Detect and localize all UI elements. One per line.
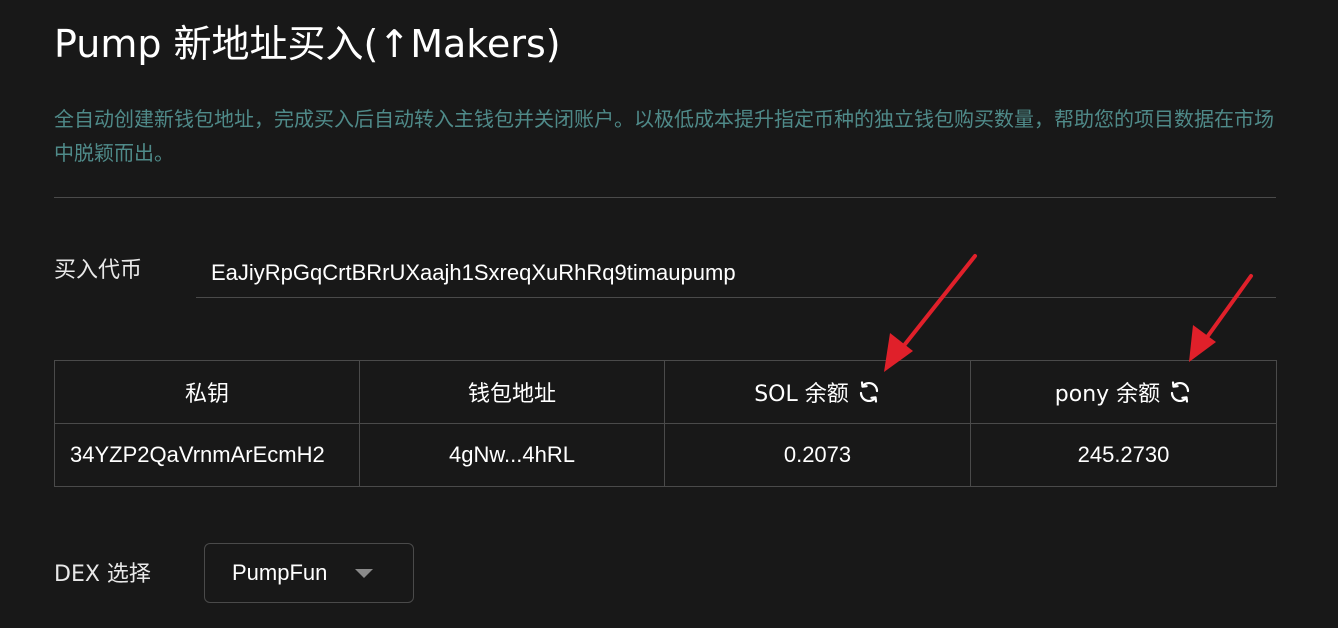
- table-row: 34YZP2QaVrnmArEcmH2 4gNw...4hRL 0.2073 2…: [54, 423, 1277, 487]
- refresh-icon[interactable]: [1168, 380, 1192, 404]
- table-header-row: 私钥 钱包地址 SOL 余额 pony 余额: [54, 360, 1277, 424]
- dex-selected-value: PumpFun: [232, 560, 328, 585]
- dex-select[interactable]: PumpFun: [204, 543, 414, 603]
- column-header-label: SOL 余额: [754, 382, 849, 407]
- dex-label: DEX 选择: [54, 562, 151, 587]
- caret-down-icon: [355, 569, 373, 578]
- page-title: Pump 新地址买入(↑Makers): [54, 22, 561, 66]
- cell-sol-balance: 0.2073: [664, 423, 971, 487]
- column-header-pony-balance: pony 余额: [970, 360, 1277, 424]
- page: Pump 新地址买入(↑Makers) 全自动创建新钱包地址，完成买入后自动转入…: [0, 0, 1338, 628]
- column-header-label: pony 余额: [1054, 382, 1161, 407]
- refresh-icon[interactable]: [857, 380, 881, 404]
- token-label: 买入代币: [54, 258, 143, 283]
- page-description: 全自动创建新钱包地址，完成买入后自动转入主钱包并关闭账户。以极低成本提升指定币种…: [54, 107, 1274, 165]
- column-header-wallet-address: 钱包地址: [359, 360, 665, 424]
- divider: [54, 197, 1276, 198]
- cell-wallet-address[interactable]: 4gNw...4hRL: [359, 423, 665, 487]
- wallet-table: 私钥 钱包地址 SOL 余额 pony 余额 34YZP2QaVrnmArEcm…: [54, 360, 1277, 487]
- annotation-arrows: [884, 254, 1253, 372]
- column-header-label: 私钥: [184, 382, 229, 407]
- cell-private-key[interactable]: 34YZP2QaVrnmArEcmH2: [54, 423, 360, 487]
- token-address-input[interactable]: [196, 248, 1276, 298]
- column-header-sol-balance: SOL 余额: [664, 360, 971, 424]
- column-header-label: 钱包地址: [467, 382, 556, 407]
- cell-pony-balance: 245.2730: [970, 423, 1277, 487]
- column-header-private-key: 私钥: [54, 360, 360, 424]
